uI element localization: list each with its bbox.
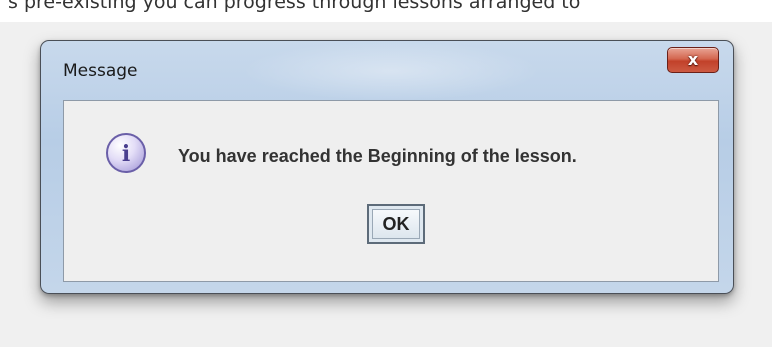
close-icon: x — [687, 50, 699, 69]
info-icon-glyph: i — [122, 141, 130, 167]
background-text-strip: s pre-existing you can progress through … — [0, 0, 772, 22]
message-dialog: Message x i You have reached the Beginni… — [40, 40, 734, 294]
background-text: s pre-existing you can progress through … — [8, 0, 581, 13]
message-text: You have reached the Beginning of the le… — [178, 146, 577, 166]
dialog-title: Message — [63, 61, 138, 81]
ok-button-label: OK — [382, 213, 410, 234]
close-button[interactable]: x — [667, 47, 719, 73]
screen: s pre-existing you can progress through … — [0, 0, 772, 347]
info-icon: i — [106, 133, 146, 173]
dialog-content: i You have reached the Beginning of the … — [63, 100, 719, 282]
title-bar-sheen — [241, 41, 541, 101]
ok-button[interactable]: OK — [367, 204, 425, 244]
ok-button-face: OK — [372, 209, 420, 239]
